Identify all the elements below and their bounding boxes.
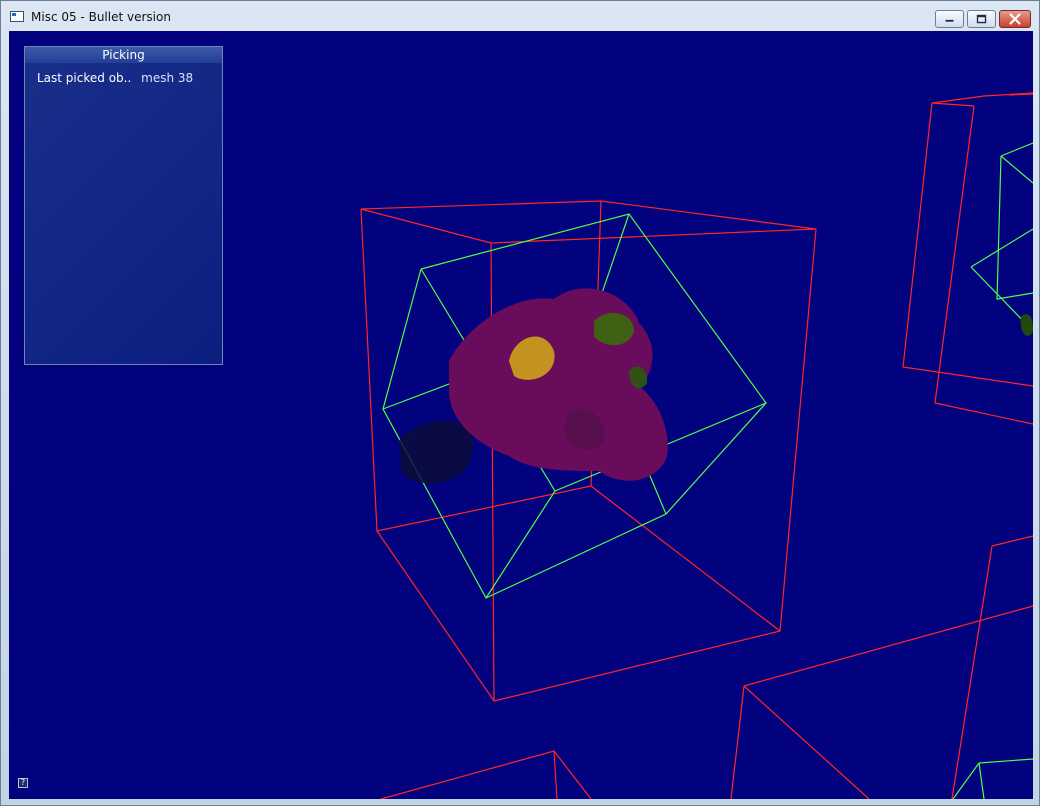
lower-right-bounding-box-green [952, 758, 1033, 799]
last-picked-value: mesh 38 [141, 71, 194, 85]
app-window: Misc 05 - Bullet version Picking Last pi… [0, 0, 1040, 806]
picking-panel[interactable]: Picking Last picked ob.. mesh 38 [24, 46, 223, 365]
picked-mesh-38[interactable] [399, 288, 668, 484]
app-window-icon[interactable] [10, 11, 24, 22]
maximize-button[interactable] [967, 10, 996, 28]
maximize-icon [976, 14, 987, 24]
window-title: Misc 05 - Bullet version [31, 10, 171, 24]
right-mesh-fragment [1020, 314, 1033, 336]
bottom-bounding-box-red [380, 750, 592, 799]
last-picked-label: Last picked ob.. [37, 71, 132, 85]
last-picked-row: Last picked ob.. mesh 38 [37, 71, 193, 85]
title-bar[interactable]: Misc 05 - Bullet version [1, 1, 1039, 31]
help-button[interactable]: ? [18, 778, 28, 788]
minimize-icon [945, 19, 954, 22]
3d-viewport[interactable]: Picking Last picked ob.. mesh 38 ? [9, 31, 1033, 799]
close-button[interactable] [999, 10, 1031, 28]
lower-right-bounding-box-red [730, 535, 1033, 799]
picking-panel-title[interactable]: Picking [25, 47, 222, 63]
right-bounding-box-red [902, 92, 1033, 425]
minimize-button[interactable] [935, 10, 964, 28]
right-bounding-box-green [970, 142, 1033, 332]
close-icon [1009, 13, 1021, 25]
